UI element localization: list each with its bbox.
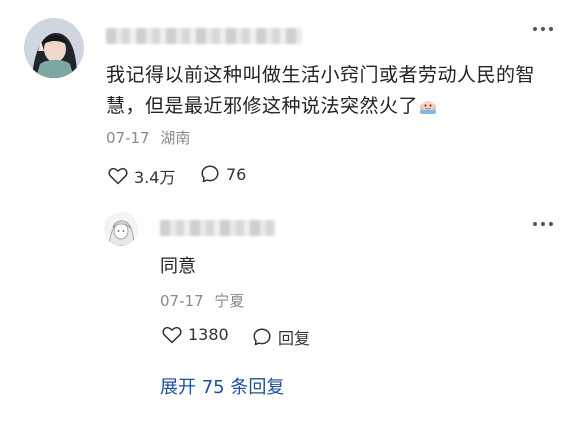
comment-text: 我记得以前这种叫做生活小窍门或者劳动人民的智慧，但是最近邪修这种说法突然火了 <box>106 60 556 122</box>
comment-thread: 我记得以前这种叫做生活小窍门或者劳动人民的智慧，但是最近邪修这种说法突然火了 0… <box>0 0 582 430</box>
like-button[interactable]: 3.4万 <box>108 164 175 188</box>
like-count: 3.4万 <box>134 168 176 187</box>
more-icon[interactable] <box>532 25 554 33</box>
reply-like-count: 1380 <box>188 325 229 344</box>
reply-location: 宁夏 <box>214 292 245 310</box>
heart-icon <box>108 167 128 185</box>
reply-avatar[interactable] <box>104 212 138 246</box>
reply-more-icon[interactable] <box>532 220 554 228</box>
reply-text: 同意 <box>160 256 196 277</box>
comment-body: 我记得以前这种叫做生活小窍门或者劳动人民的智慧，但是最近邪修这种说法突然火了 <box>106 64 536 117</box>
reply-like-button[interactable]: 1380 <box>162 325 229 344</box>
comment-date: 07-17 <box>106 129 150 147</box>
heart-icon <box>162 326 182 344</box>
comment-meta: 07-17 湖南 <box>106 127 190 148</box>
reply-count: 76 <box>226 164 247 184</box>
reply-date: 07-17 <box>160 292 204 310</box>
reply-count-button[interactable]: 76 <box>200 164 246 184</box>
reply-username-blurred[interactable] <box>160 220 276 236</box>
username-blurred[interactable] <box>106 28 302 44</box>
comment-bubble-icon <box>252 327 272 347</box>
reply-label: 回复 <box>278 329 311 348</box>
reply-button[interactable]: 回复 <box>252 325 310 349</box>
avatar[interactable] <box>24 18 84 78</box>
comment-location: 湖南 <box>160 129 191 147</box>
crying-emoji-icon <box>418 94 438 114</box>
reply-meta: 07-17 宁夏 <box>160 290 244 311</box>
comment-bubble-icon <box>200 164 220 184</box>
expand-replies-link[interactable]: 展开 75 条回复 <box>160 373 284 399</box>
